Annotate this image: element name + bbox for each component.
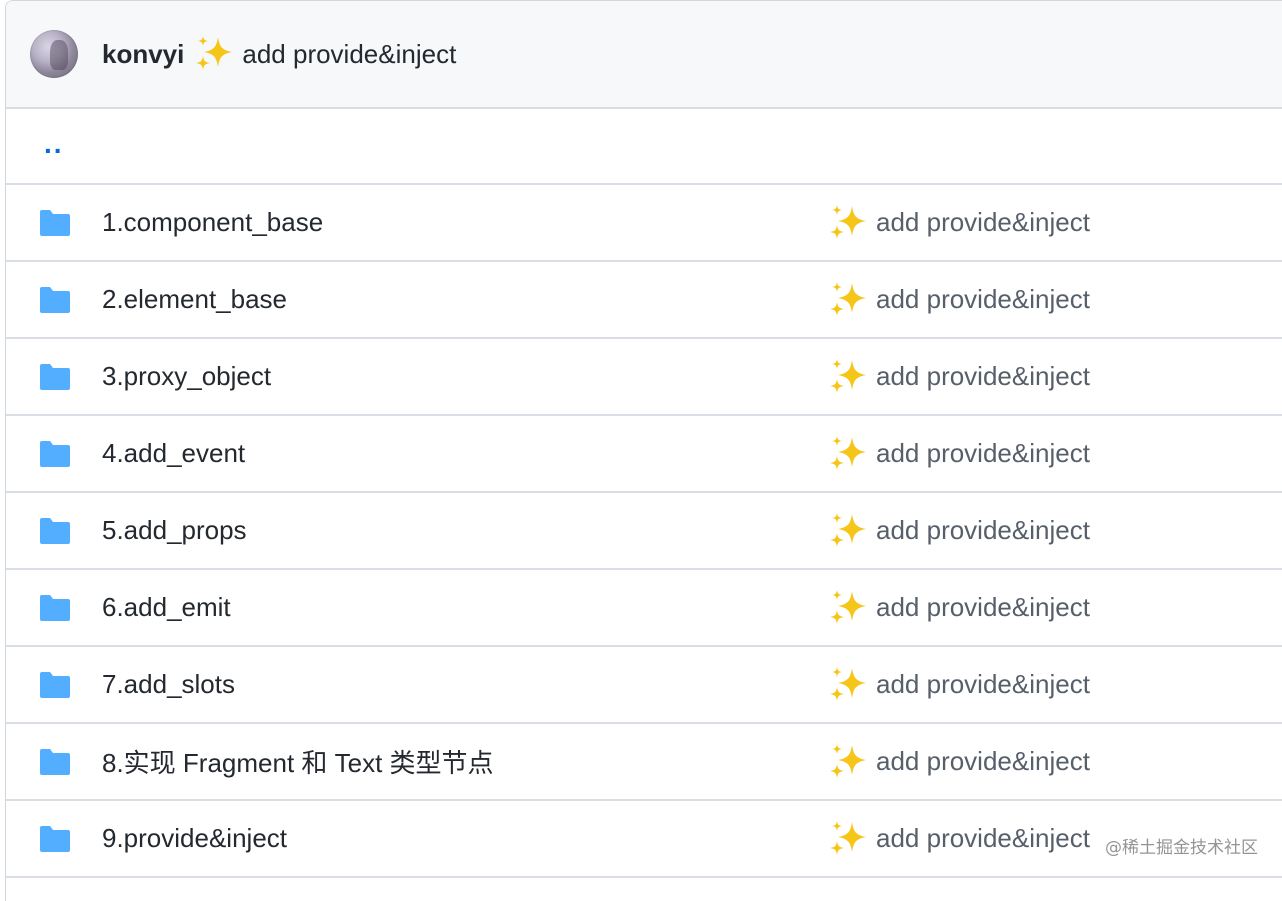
file-row[interactable]: 6.add_emit add provide&inject — [6, 570, 1282, 647]
commit-message-link[interactable]: add provide&inject — [876, 361, 1090, 392]
file-name-link[interactable]: 6.add_emit — [102, 592, 828, 623]
parent-directory-link[interactable]: .. — [44, 130, 64, 158]
commit-message-cell: add provide&inject — [828, 512, 1090, 550]
file-row[interactable]: 4.add_event add provide&inject — [6, 416, 1282, 493]
file-row[interactable]: 5.add_props add provide&inject — [6, 493, 1282, 570]
commit-message[interactable]: add provide&inject — [242, 39, 456, 70]
commit-message-link[interactable]: add provide&inject — [876, 515, 1090, 546]
folder-icon — [38, 286, 72, 314]
latest-commit-header: konvyi add provide&inject — [6, 1, 1282, 109]
commit-message-link[interactable]: add provide&inject — [876, 438, 1090, 469]
sparkles-icon — [828, 358, 868, 396]
folder-icon — [38, 440, 72, 468]
commit-message-link[interactable]: add provide&inject — [876, 284, 1090, 315]
folder-icon — [38, 748, 72, 776]
sparkles-icon — [828, 204, 868, 242]
commit-message-cell: add provide&inject — [828, 358, 1090, 396]
sparkles-icon — [828, 820, 868, 858]
commit-message-cell: add provide&inject — [828, 589, 1090, 627]
avatar[interactable] — [30, 30, 78, 78]
commit-message-cell: add provide&inject — [828, 743, 1090, 781]
file-browser: konvyi add provide&inject .. 1.component… — [5, 0, 1282, 901]
file-row[interactable]: 1.component_base add provide&inject — [6, 185, 1282, 262]
sparkles-icon — [828, 589, 868, 627]
commit-message-cell: add provide&inject — [828, 820, 1090, 858]
commit-message-link[interactable]: add provide&inject — [876, 669, 1090, 700]
commit-message-cell: add provide&inject — [828, 435, 1090, 473]
commit-message-cell: add provide&inject — [828, 666, 1090, 704]
folder-icon — [38, 671, 72, 699]
file-name-link[interactable]: 3.proxy_object — [102, 361, 828, 392]
file-row[interactable]: 8.实现 Fragment 和 Text 类型节点 add provide&inj… — [6, 724, 1282, 801]
file-row[interactable]: 7.add_slots add provide&inject — [6, 647, 1282, 724]
watermark: @稀土掘金技术社区 — [1105, 838, 1258, 858]
folder-icon — [38, 363, 72, 391]
file-row[interactable]: 9.provide&inject add provide&inject — [6, 801, 1282, 878]
folder-icon — [38, 594, 72, 622]
commit-author[interactable]: konvyi — [102, 39, 184, 70]
sparkles-icon — [828, 743, 868, 781]
commit-message-link[interactable]: add provide&inject — [876, 592, 1090, 623]
sparkles-icon — [828, 435, 868, 473]
file-name-link[interactable]: 2.element_base — [102, 284, 828, 315]
commit-message-cell: add provide&inject — [828, 204, 1090, 242]
file-row[interactable]: 2.element_base add provide&inject — [6, 262, 1282, 339]
sparkles-icon — [828, 512, 868, 550]
commit-message-link[interactable]: add provide&inject — [876, 746, 1090, 777]
commit-message-link[interactable]: add provide&inject — [876, 823, 1090, 854]
file-name-link[interactable]: 8.实现 Fragment 和 Text 类型节点 — [102, 743, 828, 780]
file-name-link[interactable]: 7.add_slots — [102, 669, 828, 700]
sparkles-icon — [828, 281, 868, 319]
sparkles-icon — [828, 666, 868, 704]
commit-message-link[interactable]: add provide&inject — [876, 207, 1090, 238]
folder-icon — [38, 825, 72, 853]
file-row[interactable]: 3.proxy_object add provide&inject — [6, 339, 1282, 416]
folder-icon — [38, 209, 72, 237]
file-name-link[interactable]: 9.provide&inject — [102, 823, 828, 854]
commit-message-cell: add provide&inject — [828, 281, 1090, 319]
folder-icon — [38, 517, 72, 545]
sparkles-icon — [194, 35, 234, 73]
parent-directory-row[interactable]: .. — [6, 109, 1282, 185]
file-name-link[interactable]: 4.add_event — [102, 438, 828, 469]
file-name-link[interactable]: 1.component_base — [102, 207, 828, 238]
file-name-link[interactable]: 5.add_props — [102, 515, 828, 546]
